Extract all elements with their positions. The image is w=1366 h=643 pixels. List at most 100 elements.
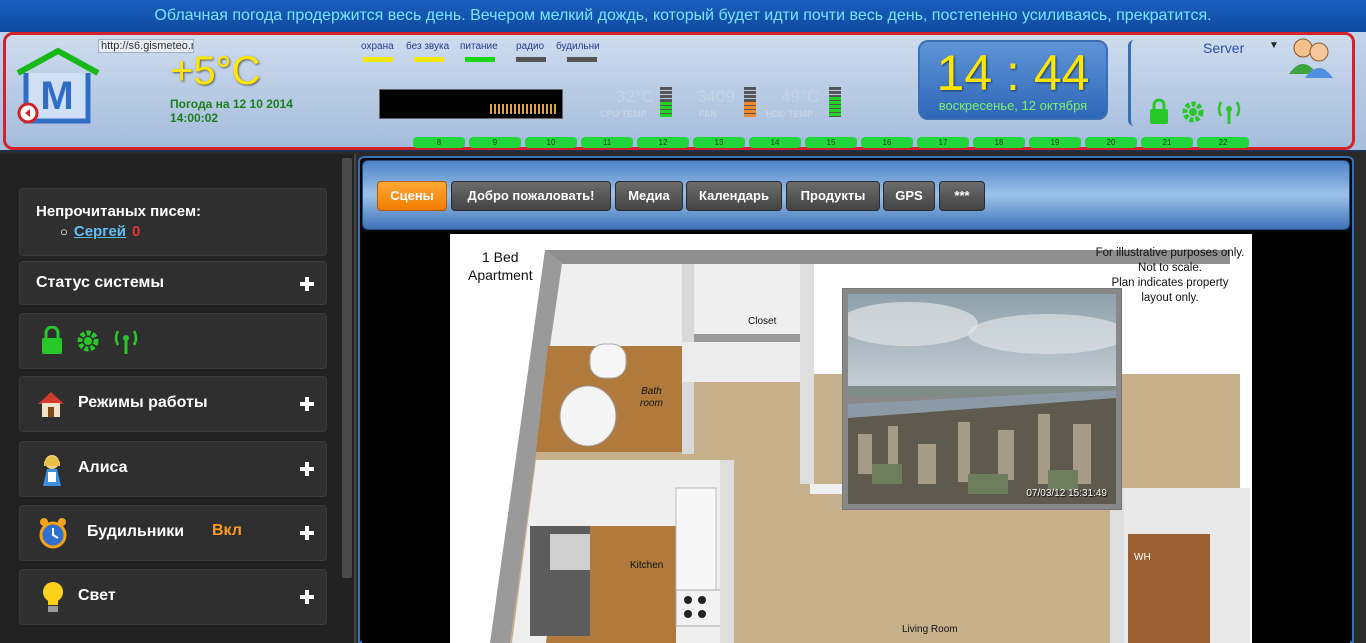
cpu-temp-label: CPU TEMP [600,109,647,119]
expand-plus-icon[interactable] [300,526,314,540]
alarms-title: Будильники [87,523,185,540]
home-icon [38,392,64,417]
indicator-power-bar [465,57,495,62]
alice-title: Алиса [78,459,128,476]
gear-icon [77,330,99,352]
clock-date: воскресенье, 12 октября [938,98,1088,113]
hour-slot[interactable]: 8 [413,137,465,148]
indicator-alarm-bar [567,57,597,62]
lock-icon [1150,98,1168,124]
main-area: Сцены Добро пожаловать! Медиа Календарь … [358,156,1354,643]
unread-mail-title: Непрочитаных писем: [36,203,202,220]
expand-plus-icon[interactable] [300,590,314,604]
alice-icon [43,455,61,486]
weather-timestamp: Погода на 12 10 2014 14:00:02 [170,97,293,125]
hdd-temp-gauge [829,87,841,117]
hour-slot[interactable]: 21 [1141,137,1193,148]
cpu-temp-gauge-fill [660,102,672,117]
modes-card[interactable]: Режимы работы [19,376,327,432]
cpu-temp-gauge [660,87,672,117]
tab-media[interactable]: Медиа [615,181,683,211]
unread-mail-item: ○ Сергей 0 [60,223,140,240]
tab-products[interactable]: Продукты [786,181,880,211]
hour-slot[interactable]: 22 [1197,137,1249,148]
sidebar: Непрочитаных писем: ○ Сергей 0 Статус сист… [0,154,356,643]
hour-slot[interactable]: 20 [1085,137,1137,148]
mail-user-link[interactable]: Сергей [74,223,126,240]
indicator-power-label[interactable]: питание [460,41,498,52]
tab-calendar[interactable]: Календарь [686,181,782,211]
hour-slot[interactable]: 16 [861,137,913,148]
weather-date-line: Погода на 12 10 2014 [170,97,293,111]
hour-slot[interactable]: 17 [917,137,969,148]
indicator-alarm-label[interactable]: будильни [556,41,600,52]
room-label-bath-1: Bath [641,386,662,397]
fan-speed-gauge-fill [744,102,756,117]
hour-slot[interactable]: 13 [693,137,745,148]
audio-level-meter [379,89,563,119]
antenna-icon [1217,101,1241,124]
hour-slot[interactable]: 12 [637,137,689,148]
chevron-down-icon[interactable]: ▼ [1269,40,1279,51]
room-label-wh: WH [1134,552,1151,563]
expand-plus-icon[interactable] [300,397,314,411]
outdoor-temperature: +5°C [170,49,261,93]
sidebar-scrollbar[interactable] [342,158,352,578]
indicator-security-bar [363,57,393,62]
weather-time-line: 14:00:02 [170,111,219,125]
unread-mail-card: Непрочитаных писем: ○ Сергей 0 [19,188,327,256]
home-logo-icon[interactable]: M [14,43,104,129]
floorplan-title-line2: Apartment [468,267,533,283]
tab-bar: Сцены Добро пожаловать! Медиа Календарь … [362,160,1350,230]
cpu-temp-value: 32°C [616,87,654,106]
system-status-icons-card [19,313,327,369]
tab-scenes[interactable]: Сцены [377,181,447,211]
room-label-bathroom: Bath room [640,386,663,410]
light-card[interactable]: Свет [19,569,327,625]
system-status-card[interactable]: Статус системы [19,261,327,305]
hour-slot[interactable]: 15 [805,137,857,148]
hour-slot[interactable]: 10 [525,137,577,148]
antenna-icon [114,330,138,354]
indicator-mute-bar [414,57,444,62]
svg-text:M: M [40,74,73,118]
hour-slot[interactable]: 14 [749,137,801,148]
hour-slot[interactable]: 18 [973,137,1025,148]
indicator-security-label[interactable]: охрана [361,41,394,52]
alice-card[interactable]: Алиса [19,441,327,497]
floorplan-note-1: For illustrative purposes only. [1095,247,1245,259]
users-icon[interactable] [1287,34,1335,80]
alarm-clock-icon [39,518,67,549]
hour-slot[interactable]: 19 [1029,137,1081,148]
user-panel: Server ▼ [1128,38,1350,126]
system-status-title: Статус системы [36,274,165,291]
tab-welcome[interactable]: Добро пожаловать! [451,181,611,211]
floorplan-image[interactable]: 1 Bed Apartment For illustrative purpose… [450,234,1252,643]
floorplan-note-2: Not to scale. [1138,262,1202,274]
fan-speed-gauge [744,87,756,117]
server-selector[interactable]: Server [1203,40,1244,56]
scene-content: 1 Bed Apartment For illustrative purpose… [362,232,1350,643]
alarms-card[interactable]: Будильники Вкл [19,505,327,561]
fan-speed-label: FAN [699,109,717,119]
indicator-radio-label[interactable]: радио [516,41,544,52]
camera-feed[interactable]: 07/03/12 15:31:49 [838,288,1128,510]
audio-level-fill [490,104,556,114]
light-bulb-icon [43,582,63,612]
alarms-state[interactable]: Вкл [212,522,242,540]
indicator-mute-label[interactable]: без звука [406,41,449,52]
hdd-temp-gauge-fill [829,97,841,117]
hour-slot[interactable]: 11 [581,137,633,148]
hdd-temp-value: 49°C [781,87,819,106]
expand-plus-icon[interactable] [300,462,314,476]
bullet-icon: ○ [60,224,68,239]
tab-gps[interactable]: GPS [883,181,935,211]
tab-more[interactable]: *** [939,181,985,211]
camera-timestamp: 07/03/12 15:31:49 [1026,488,1107,499]
hour-slot[interactable]: 9 [469,137,521,148]
clock-widget: 14 : 44 воскресенье, 12 октября [918,40,1108,120]
floorplan-title: 1 Bed Apartment [468,248,533,284]
room-label-closet: Closet [748,316,777,327]
expand-plus-icon[interactable] [300,277,314,291]
lock-icon [42,326,62,354]
